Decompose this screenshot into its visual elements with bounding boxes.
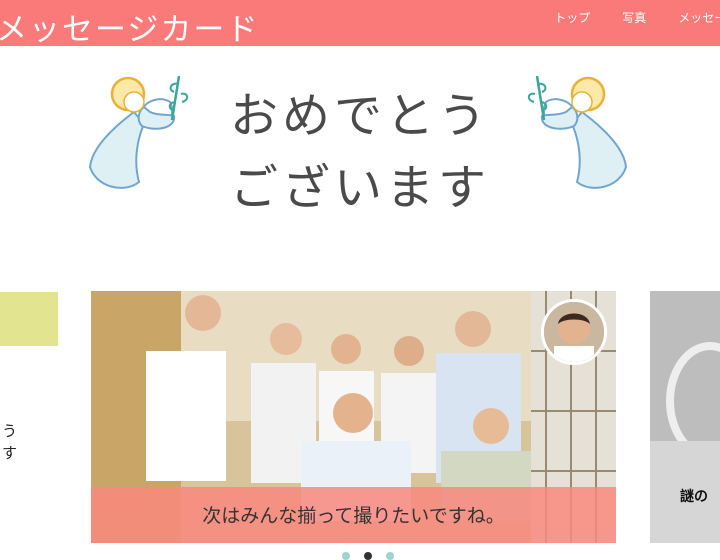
site-title[interactable]: メッセージカード	[0, 4, 259, 49]
card-message-text: 謎の	[680, 489, 708, 505]
pager-dot-active[interactable]	[364, 552, 372, 560]
avatar	[541, 299, 607, 365]
card-color-band	[0, 292, 58, 346]
slide-card-left[interactable]: うす	[0, 292, 58, 552]
slide-card-photo[interactable]: 次はみんな揃って撮りたいですね。	[91, 291, 616, 543]
slide-card-right[interactable]: 謎の	[650, 291, 720, 543]
main-nav: トップ 写真 メッセージ	[554, 9, 720, 26]
angel-icon	[527, 75, 628, 189]
site-header: メッセージカード トップ 写真 メッセージ	[0, 0, 720, 49]
pager-dot[interactable]	[342, 552, 350, 560]
pager-dot[interactable]	[386, 552, 394, 560]
nav-item-messages[interactable]: メッセージ	[678, 9, 720, 26]
nav-item-top[interactable]: トップ	[554, 9, 590, 26]
photo-caption: 次はみんな揃って撮りたいですね。	[202, 505, 505, 527]
card-message-text: うす	[2, 422, 18, 462]
nav-item-photos[interactable]: 写真	[622, 9, 646, 26]
carousel-pager	[342, 552, 394, 560]
